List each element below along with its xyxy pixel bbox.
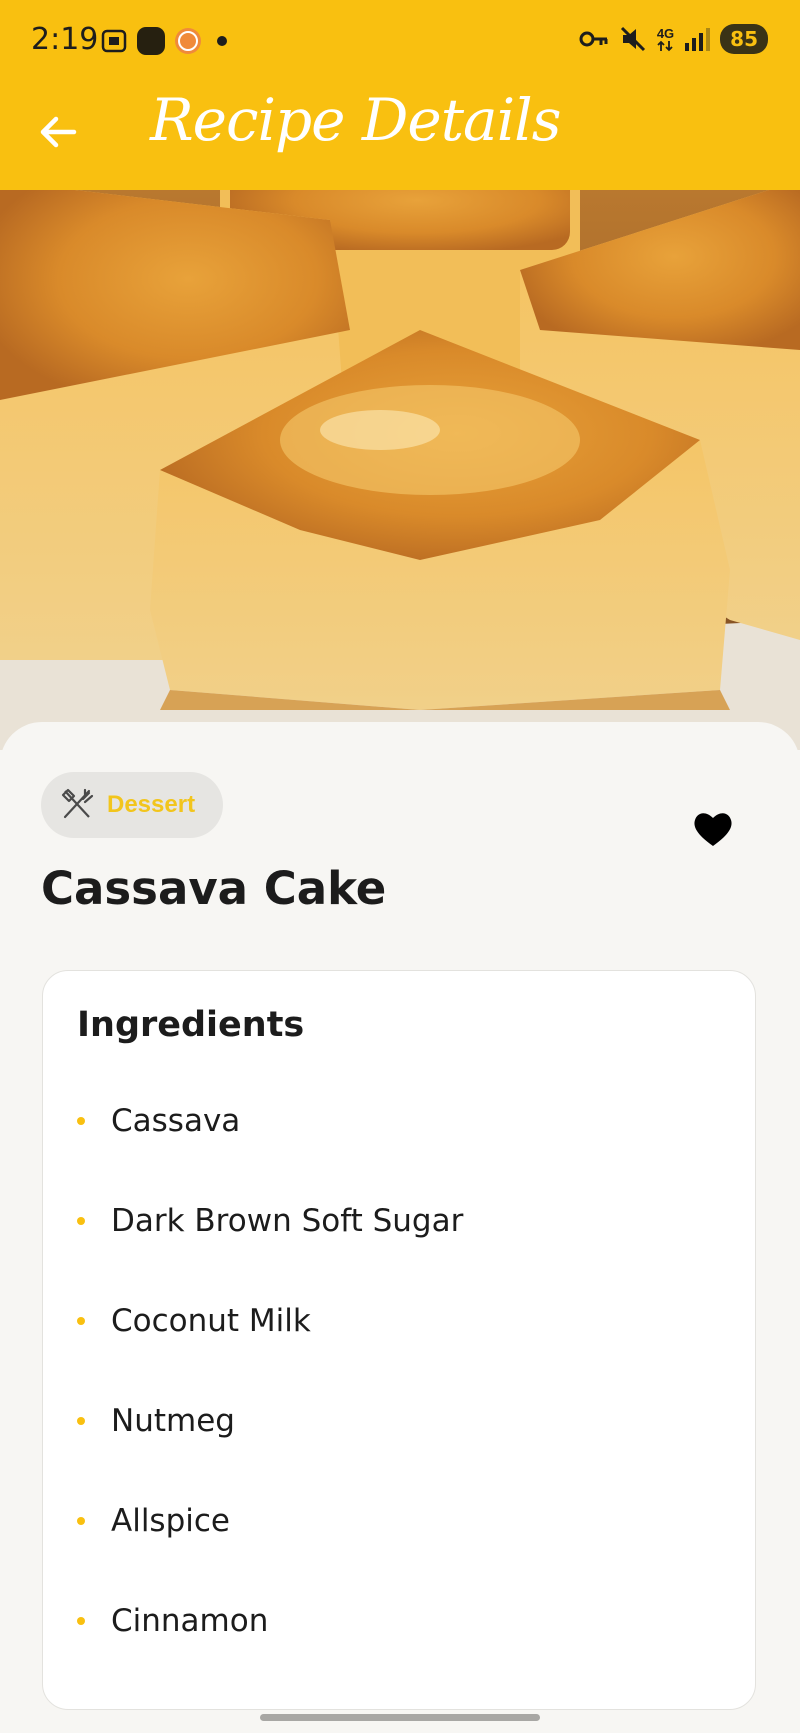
- network-indicator: 4G: [657, 27, 674, 52]
- category-chip[interactable]: Dessert: [41, 772, 223, 838]
- list-item: Nutmeg: [77, 1371, 463, 1471]
- list-item: Cinnamon: [77, 1571, 463, 1671]
- screenshot-icon: [101, 29, 127, 53]
- recipe-image: [0, 190, 800, 750]
- bullet-icon: [77, 1417, 85, 1425]
- signal-icon: [685, 28, 711, 51]
- vpn-key-icon: [579, 31, 608, 47]
- bullet-icon: [77, 1617, 85, 1625]
- dot-icon: [217, 36, 227, 46]
- ingredient-text: Coconut Milk: [111, 1303, 311, 1339]
- ingredient-text: Allspice: [111, 1503, 230, 1539]
- bullet-icon: [77, 1317, 85, 1325]
- mute-icon: [620, 26, 645, 52]
- network-type: 4G: [656, 25, 675, 41]
- home-indicator[interactable]: [260, 1714, 540, 1721]
- recipe-title: Cassava Cake: [41, 862, 387, 915]
- ingredient-text: Cinnamon: [111, 1603, 269, 1639]
- ingredients-heading: Ingredients: [77, 1005, 305, 1045]
- app-icon: [137, 27, 165, 55]
- list-item: Allspice: [77, 1471, 463, 1571]
- category-label: Dessert: [107, 791, 196, 818]
- cassava-cake-photo: [0, 190, 800, 750]
- bullet-icon: [77, 1217, 85, 1225]
- list-item: Dark Brown Soft Sugar: [77, 1171, 463, 1271]
- list-item: Coconut Milk: [77, 1271, 463, 1371]
- heart-icon[interactable]: [692, 810, 734, 848]
- ingredient-text: Dark Brown Soft Sugar: [111, 1203, 464, 1239]
- app-bar: 2:19 4G 85 Recipe Details: [0, 0, 800, 190]
- status-right-icons: 4G 85: [579, 24, 768, 54]
- data-arrows-icon: [657, 40, 674, 51]
- hp-badge-icon: [175, 28, 201, 54]
- status-time: 2:19: [31, 22, 99, 57]
- list-item: Cassava: [77, 1071, 463, 1171]
- ingredients-list: Cassava Dark Brown Soft Sugar Coconut Mi…: [77, 1071, 463, 1671]
- ingredient-text: Cassava: [111, 1103, 241, 1139]
- bullet-icon: [77, 1517, 85, 1525]
- ingredients-card: Ingredients Cassava Dark Brown Soft Suga…: [42, 970, 756, 1710]
- page-title: Recipe Details: [150, 86, 561, 154]
- bullet-icon: [77, 1117, 85, 1125]
- battery-level: 85: [720, 24, 768, 54]
- status-left-icons: [100, 26, 230, 56]
- fork-knife-icon: [61, 788, 94, 819]
- ingredient-text: Nutmeg: [111, 1403, 235, 1439]
- arrow-left-icon[interactable]: [34, 108, 82, 156]
